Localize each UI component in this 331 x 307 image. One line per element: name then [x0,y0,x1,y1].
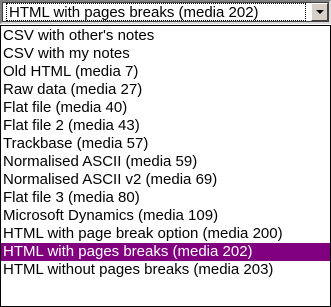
dropdown-toggle-button[interactable] [311,3,328,21]
dropdown-option-selected[interactable]: HTML with pages breaks (media 202) [1,243,330,261]
dropdown-option[interactable]: Flat file 3 (media 80) [1,189,330,207]
dropdown-option[interactable]: CSV with my notes [1,45,330,63]
dropdown-option[interactable]: HTML without pages breaks (media 203) [1,261,330,279]
dropdown-option[interactable]: Normalised ASCII (media 59) [1,153,330,171]
dropdown-option[interactable]: Old HTML (media 7) [1,63,330,81]
dropdown-option[interactable]: Trackbase (media 57) [1,135,330,153]
dropdown-option[interactable]: Flat file 2 (media 43) [1,117,330,135]
dropdown-option[interactable]: Microsoft Dynamics (media 109) [1,207,330,225]
dropdown-selected-value[interactable]: HTML with pages breaks (media 202) [6,3,306,21]
dropdown-options-list[interactable]: CSV with other's notes CSV with my notes… [0,25,331,307]
export-format-dropdown[interactable]: HTML with pages breaks (media 202) [0,0,331,24]
dropdown-option[interactable]: Raw data (media 27) [1,81,330,99]
dropdown-option[interactable]: Normalised ASCII v2 (media 69) [1,171,330,189]
dropdown-option[interactable]: CSV with other's notes [1,27,330,45]
chevron-down-icon [316,10,324,14]
dropdown-option[interactable]: Flat file (media 40) [1,99,330,117]
dropdown-option[interactable]: HTML with page break option (media 200) [1,225,330,243]
